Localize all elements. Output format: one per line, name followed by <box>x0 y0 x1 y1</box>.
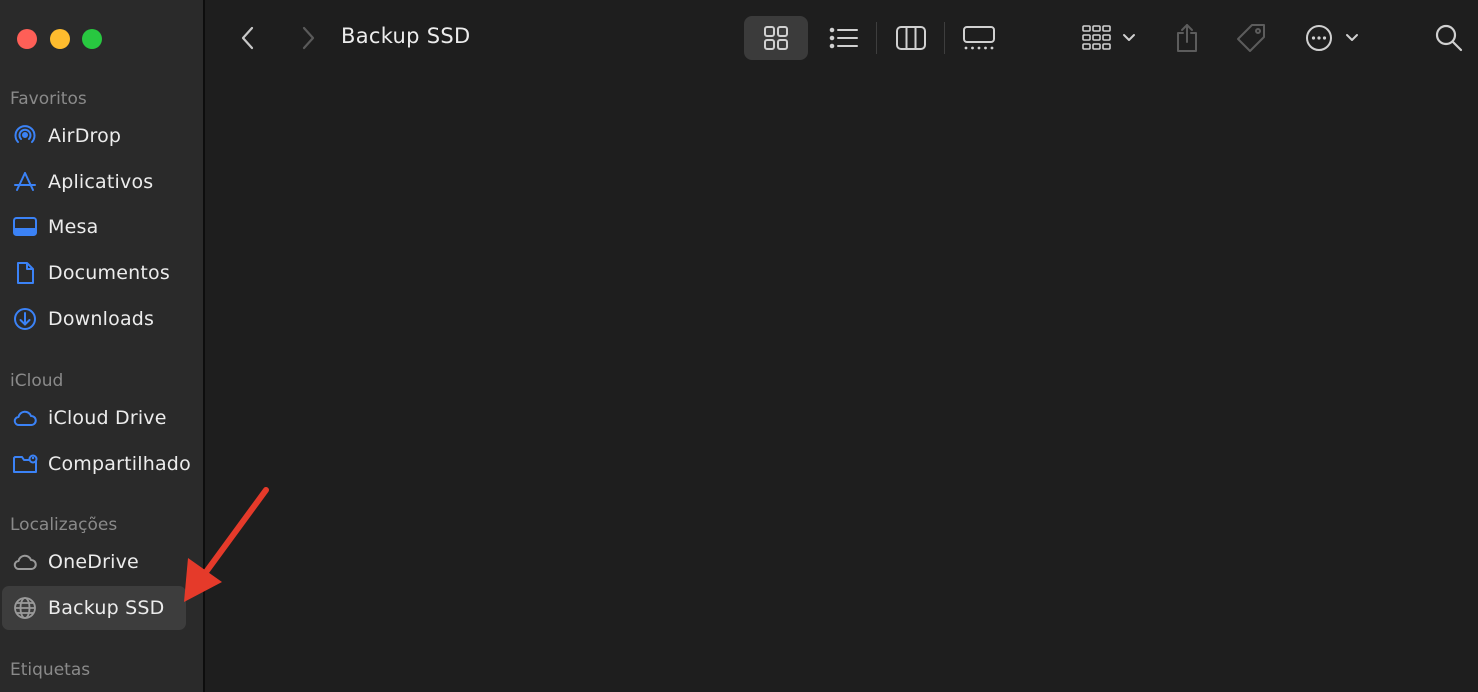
sidebar-section-title: Etiquetas <box>10 660 91 680</box>
sidebar-item-downloads[interactable]: Downloads <box>2 297 186 341</box>
chevron-right-icon <box>300 25 316 51</box>
sidebar-item-icloud-drive[interactable]: iCloud Drive <box>2 396 186 440</box>
sidebar-item-compartilhado[interactable]: Compartilhado <box>2 442 191 486</box>
forward-button[interactable] <box>293 16 323 60</box>
list-view-button[interactable] <box>817 16 871 60</box>
search-icon <box>1434 23 1464 53</box>
sidebar-item-label: Backup SSD <box>48 597 165 619</box>
icon-view-button[interactable] <box>744 16 808 60</box>
airdrop-icon <box>12 123 38 149</box>
ellipsis-circle-icon <box>1303 23 1359 53</box>
search-button[interactable] <box>1429 16 1469 60</box>
sidebar-item-label: Documentos <box>48 262 170 284</box>
sidebar-item-label: Compartilhado <box>48 453 191 475</box>
sidebar-item-label: OneDrive <box>48 551 139 573</box>
gallery-view-button[interactable] <box>952 16 1006 60</box>
chevron-left-icon <box>240 25 256 51</box>
toolbar: Backup SSD <box>205 0 1478 76</box>
column-view-button[interactable] <box>884 16 938 60</box>
sidebar-section-title: Localizações <box>10 515 118 535</box>
sidebar-item-label: Aplicativos <box>48 171 154 193</box>
sidebar-item-onedrive[interactable]: OneDrive <box>2 540 186 584</box>
sidebar-item-airdrop[interactable]: AirDrop <box>2 114 186 158</box>
document-icon <box>12 260 38 286</box>
sidebar-item-aplicativos[interactable]: Aplicativos <box>2 160 186 204</box>
window-title: Backup SSD <box>341 24 471 48</box>
globe-icon <box>12 595 38 621</box>
group-by-icon <box>1080 23 1136 53</box>
shared-folder-icon <box>12 451 38 477</box>
list-icon <box>829 25 859 51</box>
grid-icon <box>762 24 790 52</box>
sidebar-section-title: iCloud <box>10 371 64 391</box>
tag-icon <box>1235 22 1267 54</box>
cloud-icon <box>12 405 38 431</box>
minimize-window-button[interactable] <box>50 29 70 49</box>
group-by-button[interactable] <box>1075 16 1141 60</box>
share-icon <box>1174 22 1200 54</box>
share-button[interactable] <box>1167 16 1207 60</box>
columns-icon <box>895 25 927 51</box>
gallery-icon <box>962 25 996 51</box>
cloud-icon <box>12 549 38 575</box>
close-window-button[interactable] <box>17 29 37 49</box>
sidebar-item-label: iCloud Drive <box>48 407 167 429</box>
annotation-arrow <box>184 487 269 602</box>
desktop-icon <box>12 214 38 240</box>
sidebar-item-mesa[interactable]: Mesa <box>2 205 186 249</box>
applications-icon <box>12 169 38 195</box>
back-button[interactable] <box>233 16 263 60</box>
finder-window: Favoritos AirDrop Aplicativos Mesa Docum… <box>0 0 1478 692</box>
sidebar-item-label: Downloads <box>48 308 155 330</box>
maximize-window-button[interactable] <box>82 29 102 49</box>
toolbar-divider <box>876 22 877 54</box>
tag-button[interactable] <box>1231 16 1271 60</box>
file-browser-content[interactable] <box>205 76 1478 692</box>
toolbar-divider <box>944 22 945 54</box>
sidebar-item-label: Mesa <box>48 216 99 238</box>
sidebar-section-title: Favoritos <box>10 89 87 109</box>
sidebar-item-documentos[interactable]: Documentos <box>2 251 186 295</box>
sidebar-item-label: AirDrop <box>48 125 122 147</box>
sidebar-item-backup-ssd[interactable]: Backup SSD <box>2 586 186 630</box>
more-actions-button[interactable] <box>1301 16 1361 60</box>
download-icon <box>12 306 38 332</box>
